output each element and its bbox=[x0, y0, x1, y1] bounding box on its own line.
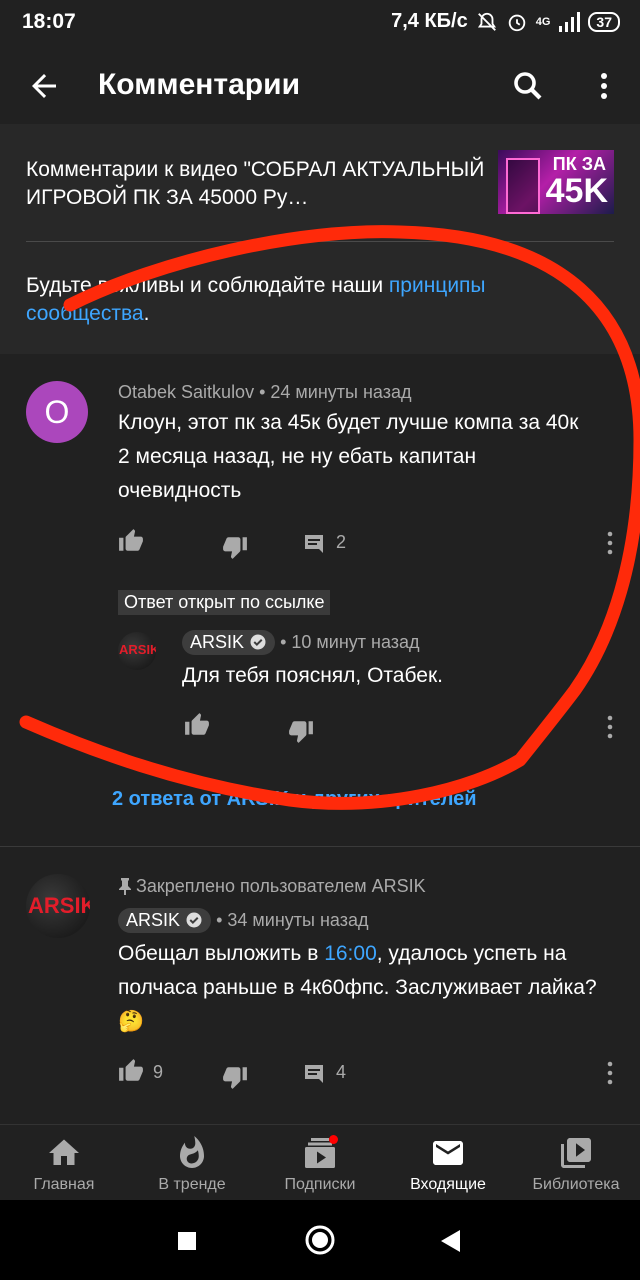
page-title: Комментарии bbox=[98, 68, 301, 101]
video-info: Комментарии к видео "СОБРАЛ АКТУАЛЬНЫЙ И… bbox=[0, 124, 640, 354]
status-bar: 18:07 7,4 КБ/с 4G 37 bbox=[0, 0, 640, 48]
dislike-icon[interactable] bbox=[222, 1064, 248, 1090]
comment-text-start: Обещал выложить в bbox=[118, 942, 325, 965]
comment-author[interactable]: Otabek Saitkulov bbox=[118, 382, 254, 402]
comment-meta: ARSIK • 34 минуты назад bbox=[118, 908, 368, 933]
comment-text: Клоун, этот пк за 45к будет лучше компа … bbox=[118, 411, 579, 502]
network-type: 4G bbox=[535, 15, 551, 28]
pc-tower-graphic bbox=[506, 158, 540, 214]
timestamp-link[interactable]: 16:00 bbox=[324, 942, 377, 965]
system-navigation-bar bbox=[0, 1200, 640, 1280]
status-icons: 7,4 КБ/с 4G 37 bbox=[391, 10, 620, 33]
comment-time: • 34 минуты назад bbox=[216, 910, 369, 930]
status-time: 18:07 bbox=[22, 10, 76, 33]
comment-time: • 24 минуты назад bbox=[259, 382, 412, 402]
divider bbox=[26, 241, 614, 242]
video-title[interactable]: Комментарии к видео "СОБРАЛ АКТУАЛЬНЫЙ И… bbox=[26, 156, 486, 212]
like-count: 9 bbox=[153, 1062, 164, 1082]
nav-label: Подписки bbox=[284, 1176, 356, 1193]
avatar-letter: O bbox=[44, 394, 70, 430]
bottom-navigation: Главная В тренде Подписки Входящие Библи… bbox=[0, 1124, 640, 1201]
alarm-icon bbox=[508, 14, 525, 31]
reply-author: ARSIK bbox=[190, 632, 245, 652]
author-pill[interactable]: ARSIK bbox=[118, 908, 212, 933]
subscriptions-icon bbox=[305, 1135, 338, 1168]
network-speed: 7,4 КБ/с bbox=[391, 10, 468, 32]
avatar-logo-text: ARSIK bbox=[28, 893, 90, 918]
arrow-back-icon[interactable] bbox=[26, 68, 62, 104]
reply-time: • 10 минут назад bbox=[280, 632, 420, 652]
comment-meta: Otabek Saitkulov • 24 минуты назад bbox=[118, 382, 412, 403]
pin-icon bbox=[119, 878, 131, 895]
library-icon bbox=[561, 1138, 591, 1168]
verified-icon bbox=[250, 634, 266, 650]
avatar[interactable]: ARSIK bbox=[26, 874, 90, 938]
pinned-label: Закреплено пользователем ARSIK bbox=[118, 876, 426, 897]
nav-inbox[interactable]: Входящие bbox=[384, 1125, 512, 1201]
dislike-icon[interactable] bbox=[222, 534, 248, 560]
comment-author: ARSIK bbox=[126, 910, 181, 930]
inbox-mail-icon bbox=[433, 1141, 463, 1165]
pinned-text: Закреплено пользователем ARSIK bbox=[136, 876, 426, 896]
search-icon[interactable] bbox=[510, 68, 546, 104]
dislike-icon[interactable] bbox=[288, 718, 314, 744]
reply-icon[interactable] bbox=[302, 532, 326, 556]
home-circle-icon[interactable] bbox=[304, 1224, 336, 1256]
community-guidelines: Будьте вежливы и соблюдайте наши принцип… bbox=[26, 272, 606, 328]
fire-icon bbox=[180, 1136, 204, 1168]
view-replies-link[interactable]: 2 ответа от ARSIK и других зрителей bbox=[112, 788, 622, 811]
comment-separator bbox=[0, 846, 640, 847]
nav-label: Библиотека bbox=[532, 1176, 620, 1193]
more-vert-icon[interactable] bbox=[600, 1060, 620, 1086]
thumb-text-2: 45K bbox=[545, 172, 608, 210]
nav-label: Входящие bbox=[410, 1176, 486, 1193]
mute-icon bbox=[477, 12, 496, 31]
verified-icon bbox=[186, 912, 202, 928]
guidelines-end: . bbox=[143, 302, 150, 325]
nav-label: В тренде bbox=[158, 1176, 226, 1193]
reply-text: Для тебя пояснял, Отабек. bbox=[182, 664, 443, 687]
avatar[interactable]: ARSIK bbox=[118, 632, 156, 670]
battery-icon: 37 bbox=[588, 11, 620, 32]
nav-trending[interactable]: В тренде bbox=[128, 1125, 256, 1201]
avatar-logo-text: ARSIK bbox=[119, 642, 156, 657]
more-vert-icon[interactable] bbox=[592, 68, 616, 104]
more-vert-icon[interactable] bbox=[600, 714, 620, 740]
like-icon[interactable] bbox=[118, 528, 144, 554]
reply-count: 2 bbox=[336, 532, 347, 552]
like-icon[interactable] bbox=[184, 712, 210, 738]
comments-list: O Otabek Saitkulov • 24 минуты назад Кло… bbox=[0, 354, 640, 1124]
more-vert-icon[interactable] bbox=[600, 530, 620, 556]
like-icon[interactable] bbox=[118, 1058, 144, 1084]
video-thumbnail[interactable]: ПК ЗА 45K bbox=[498, 150, 614, 214]
linked-reply-chip: Ответ открыт по ссылке bbox=[118, 590, 331, 615]
signal-icon bbox=[559, 11, 581, 32]
reply-icon[interactable] bbox=[302, 1062, 326, 1086]
nav-label: Главная bbox=[33, 1176, 95, 1193]
avatar[interactable]: O bbox=[26, 381, 88, 443]
recents-square-icon[interactable] bbox=[176, 1230, 198, 1252]
nav-library[interactable]: Библиотека bbox=[512, 1125, 640, 1201]
nav-subscriptions[interactable]: Подписки bbox=[256, 1125, 384, 1201]
home-icon bbox=[49, 1139, 79, 1165]
guidelines-text: Будьте вежливы и соблюдайте наши bbox=[26, 274, 389, 297]
nav-home[interactable]: Главная bbox=[0, 1125, 128, 1201]
reply-count: 4 bbox=[336, 1062, 347, 1082]
author-pill[interactable]: ARSIK bbox=[182, 630, 276, 655]
back-triangle-icon[interactable] bbox=[438, 1228, 462, 1254]
comment-text: Обещал выложить в 16:00, удалось успеть … bbox=[118, 937, 608, 1039]
reply-meta: ARSIK • 10 минут назад bbox=[182, 630, 420, 655]
app-bar: Комментарии bbox=[0, 48, 640, 124]
